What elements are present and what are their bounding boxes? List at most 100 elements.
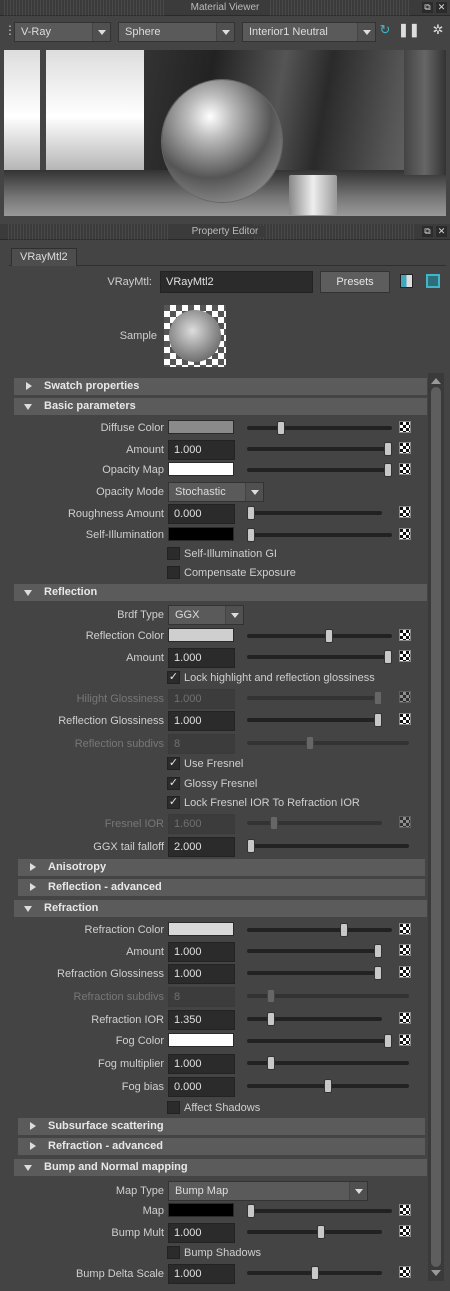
opacity-map-swatch[interactable] [168,462,234,476]
frame-refraction[interactable]: Refraction [14,900,427,917]
frame-basic-parameters[interactable]: Basic parameters [14,398,427,415]
frame-anisotropy[interactable]: Anisotropy [18,859,425,876]
map-button-icon[interactable] [399,944,411,956]
slider-handle[interactable] [247,1204,255,1218]
map-button-icon[interactable] [399,1266,411,1278]
slider-handle[interactable] [247,839,255,853]
reflection-amount-slider[interactable] [247,650,392,664]
material-preview[interactable] [4,50,446,216]
refraction-color-swatch[interactable] [168,922,234,936]
map-button-icon[interactable] [399,1034,411,1046]
brdf-type-select[interactable]: GGX [168,605,244,625]
pause-icon[interactable]: ❚❚ [398,22,420,38]
bump-map-swatch[interactable] [168,1203,234,1217]
refraction-glossiness-slider[interactable] [247,966,382,980]
lock-highlight-checkbox[interactable]: ✓ [167,671,180,684]
fog-bias-field[interactable]: 0.000 [168,1077,235,1097]
settings-icon[interactable]: ✲ [431,22,445,38]
slider-handle[interactable] [310,1266,319,1280]
compensate-exposure-checkbox[interactable] [167,566,180,579]
map-button-icon[interactable] [399,506,411,518]
map-button-icon[interactable] [399,421,411,433]
diffuse-amount-field[interactable]: 1.000 [168,440,235,460]
scroll-thumb[interactable] [431,387,441,1267]
map-button-icon[interactable] [399,966,411,978]
map-button-icon[interactable] [399,463,411,475]
fog-bias-slider[interactable] [247,1079,409,1093]
slider-handle[interactable] [247,528,255,542]
float-window-icon[interactable]: ⧉ [422,226,433,237]
opacity-mode-select[interactable]: Stochastic [168,482,264,502]
scroll-down-icon[interactable] [431,1270,441,1281]
show-input-output-icon[interactable] [400,274,413,288]
reflection-glossiness-slider[interactable] [247,713,382,727]
glossy-fresnel-checkbox[interactable]: ✓ [167,777,180,790]
self-illumination-swatch[interactable] [168,527,234,541]
refraction-ior-slider[interactable] [247,1012,382,1026]
frame-subsurface-scattering[interactable]: Subsurface scattering [18,1118,425,1135]
map-button-icon[interactable] [399,1012,411,1024]
refraction-color-slider[interactable] [247,923,392,937]
scroll-up-icon[interactable] [431,373,441,384]
frame-reflection[interactable]: Reflection [14,584,427,601]
map-button-icon[interactable] [399,713,411,725]
diffuse-amount-slider[interactable] [247,442,392,456]
bump-mult-slider[interactable] [247,1225,382,1239]
bump-map-slider[interactable] [247,1204,392,1218]
map-button-icon[interactable] [399,442,411,454]
refraction-amount-slider[interactable] [247,944,382,958]
frame-reflection-advanced[interactable]: Reflection - advanced [18,879,425,896]
reflection-color-swatch[interactable] [168,628,234,642]
slider-handle[interactable] [247,506,255,520]
map-button-icon[interactable] [399,923,411,935]
fog-multiplier-field[interactable]: 1.000 [168,1054,235,1074]
map-button-icon[interactable] [399,629,411,641]
slider-handle[interactable] [374,713,382,727]
slider-handle[interactable] [384,463,392,477]
map-button-icon[interactable] [399,650,411,662]
slider-handle[interactable] [324,1079,332,1093]
opacity-map-slider[interactable] [247,463,392,477]
reflection-amount-field[interactable]: 1.000 [168,648,235,668]
show-hide-icon[interactable] [426,274,440,288]
presets-button[interactable]: Presets [320,271,390,293]
lock-fresnel-ior-checkbox[interactable]: ✓ [167,796,180,809]
vertical-scrollbar[interactable] [428,373,444,1281]
refresh-icon[interactable]: ↻ [378,22,392,38]
slider-handle[interactable] [325,629,334,643]
diffuse-color-swatch[interactable] [168,420,234,434]
close-icon[interactable]: ✕ [436,226,447,237]
close-icon[interactable]: ✕ [436,2,447,13]
roughness-slider[interactable] [247,506,382,520]
environment-select[interactable]: Interior1 Neutral [242,22,376,42]
bump-delta-scale-slider[interactable] [247,1266,382,1280]
ggx-tail-falloff-slider[interactable] [247,839,409,853]
map-type-select[interactable]: Bump Map [168,1181,368,1201]
frame-swatch-properties[interactable]: Swatch properties [14,378,427,395]
drag-handle-icon[interactable]: ⋮ [4,23,16,43]
refraction-amount-field[interactable]: 1.000 [168,942,235,962]
fog-multiplier-slider[interactable] [247,1056,409,1070]
float-window-icon[interactable]: ⧉ [422,2,433,13]
frame-refraction-advanced[interactable]: Refraction - advanced [18,1138,425,1155]
slider-handle[interactable] [374,966,382,980]
slider-handle[interactable] [267,1056,276,1070]
bump-delta-scale-field[interactable]: 1.000 [168,1264,235,1284]
refraction-ior-field[interactable]: 1.350 [168,1010,235,1030]
geometry-select[interactable]: Sphere [118,22,235,42]
slider-handle[interactable] [384,442,392,456]
slider-handle[interactable] [384,650,392,664]
reflection-color-slider[interactable] [247,629,392,643]
slider-handle[interactable] [374,944,382,958]
slider-handle[interactable] [267,1012,276,1026]
map-button-icon[interactable] [399,1225,411,1237]
frame-bump-normal-mapping[interactable]: Bump and Normal mapping [14,1159,427,1176]
bump-shadows-checkbox[interactable] [167,1246,180,1259]
roughness-field[interactable]: 0.000 [168,504,235,524]
fog-color-slider[interactable] [247,1034,392,1048]
fog-color-swatch[interactable] [168,1033,234,1047]
map-button-icon[interactable] [399,528,411,540]
use-fresnel-checkbox[interactable]: ✓ [167,757,180,770]
affect-shadows-checkbox[interactable] [167,1101,180,1114]
bump-mult-field[interactable]: 1.000 [168,1223,235,1243]
